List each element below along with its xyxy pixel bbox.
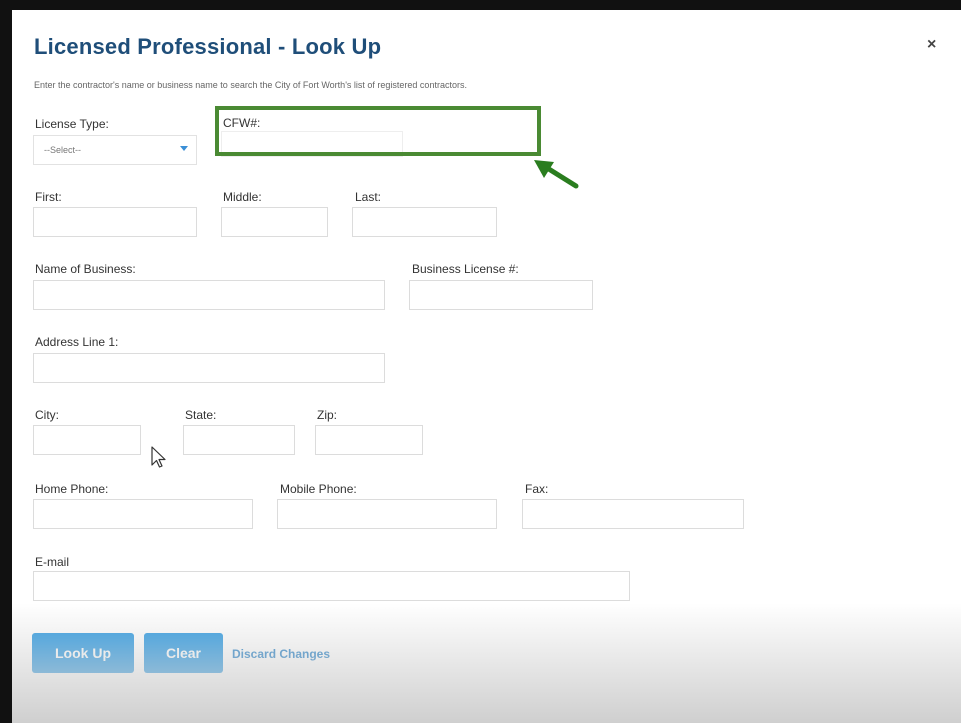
- city-label: City:: [35, 408, 59, 422]
- home-phone-input[interactable]: [33, 499, 253, 529]
- license-type-label: License Type:: [35, 117, 109, 131]
- zip-input[interactable]: [315, 425, 423, 455]
- state-label: State:: [185, 408, 217, 422]
- first-name-label: First:: [35, 190, 62, 204]
- zip-label: Zip:: [317, 408, 338, 422]
- license-type-selected-value: --Select--: [44, 145, 82, 155]
- business-license-input[interactable]: [409, 280, 593, 310]
- middle-name-input[interactable]: [221, 207, 328, 237]
- green-arrow-icon: [534, 160, 579, 189]
- first-name-input[interactable]: [33, 207, 197, 237]
- fax-input[interactable]: [522, 499, 744, 529]
- state-input[interactable]: [183, 425, 295, 455]
- business-license-label: Business License #:: [412, 262, 519, 276]
- dialog-instructions: Enter the contractor's name or business …: [34, 80, 467, 90]
- look-up-button[interactable]: Look Up: [32, 633, 134, 673]
- dialog-title: Licensed Professional - Look Up: [34, 34, 382, 59]
- city-input[interactable]: [33, 425, 141, 455]
- lookup-dialog: Licensed Professional - Look Up × Enter …: [12, 10, 961, 723]
- mobile-phone-input[interactable]: [277, 499, 497, 529]
- clear-button[interactable]: Clear: [144, 633, 223, 673]
- home-phone-label: Home Phone:: [35, 482, 109, 496]
- last-name-input[interactable]: [352, 207, 497, 237]
- business-name-label: Name of Business:: [35, 262, 136, 276]
- cfw-label: CFW#:: [223, 116, 261, 130]
- last-name-label: Last:: [355, 190, 382, 204]
- fax-label: Fax:: [525, 482, 549, 496]
- mobile-phone-label: Mobile Phone:: [280, 482, 357, 496]
- close-icon[interactable]: ×: [927, 36, 936, 54]
- email-label: E-mail: [35, 555, 70, 569]
- email-input[interactable]: [33, 571, 630, 601]
- address-line1-input[interactable]: [33, 353, 385, 383]
- chevron-down-icon: [180, 146, 188, 151]
- address-line1-label: Address Line 1:: [35, 335, 119, 349]
- business-name-input[interactable]: [33, 280, 385, 310]
- license-type-select[interactable]: --Select--: [33, 135, 197, 165]
- middle-name-label: Middle:: [223, 190, 262, 204]
- mouse-pointer-icon: [151, 446, 166, 468]
- cfw-input[interactable]: [221, 131, 403, 157]
- discard-changes-link[interactable]: Discard Changes: [232, 647, 330, 661]
